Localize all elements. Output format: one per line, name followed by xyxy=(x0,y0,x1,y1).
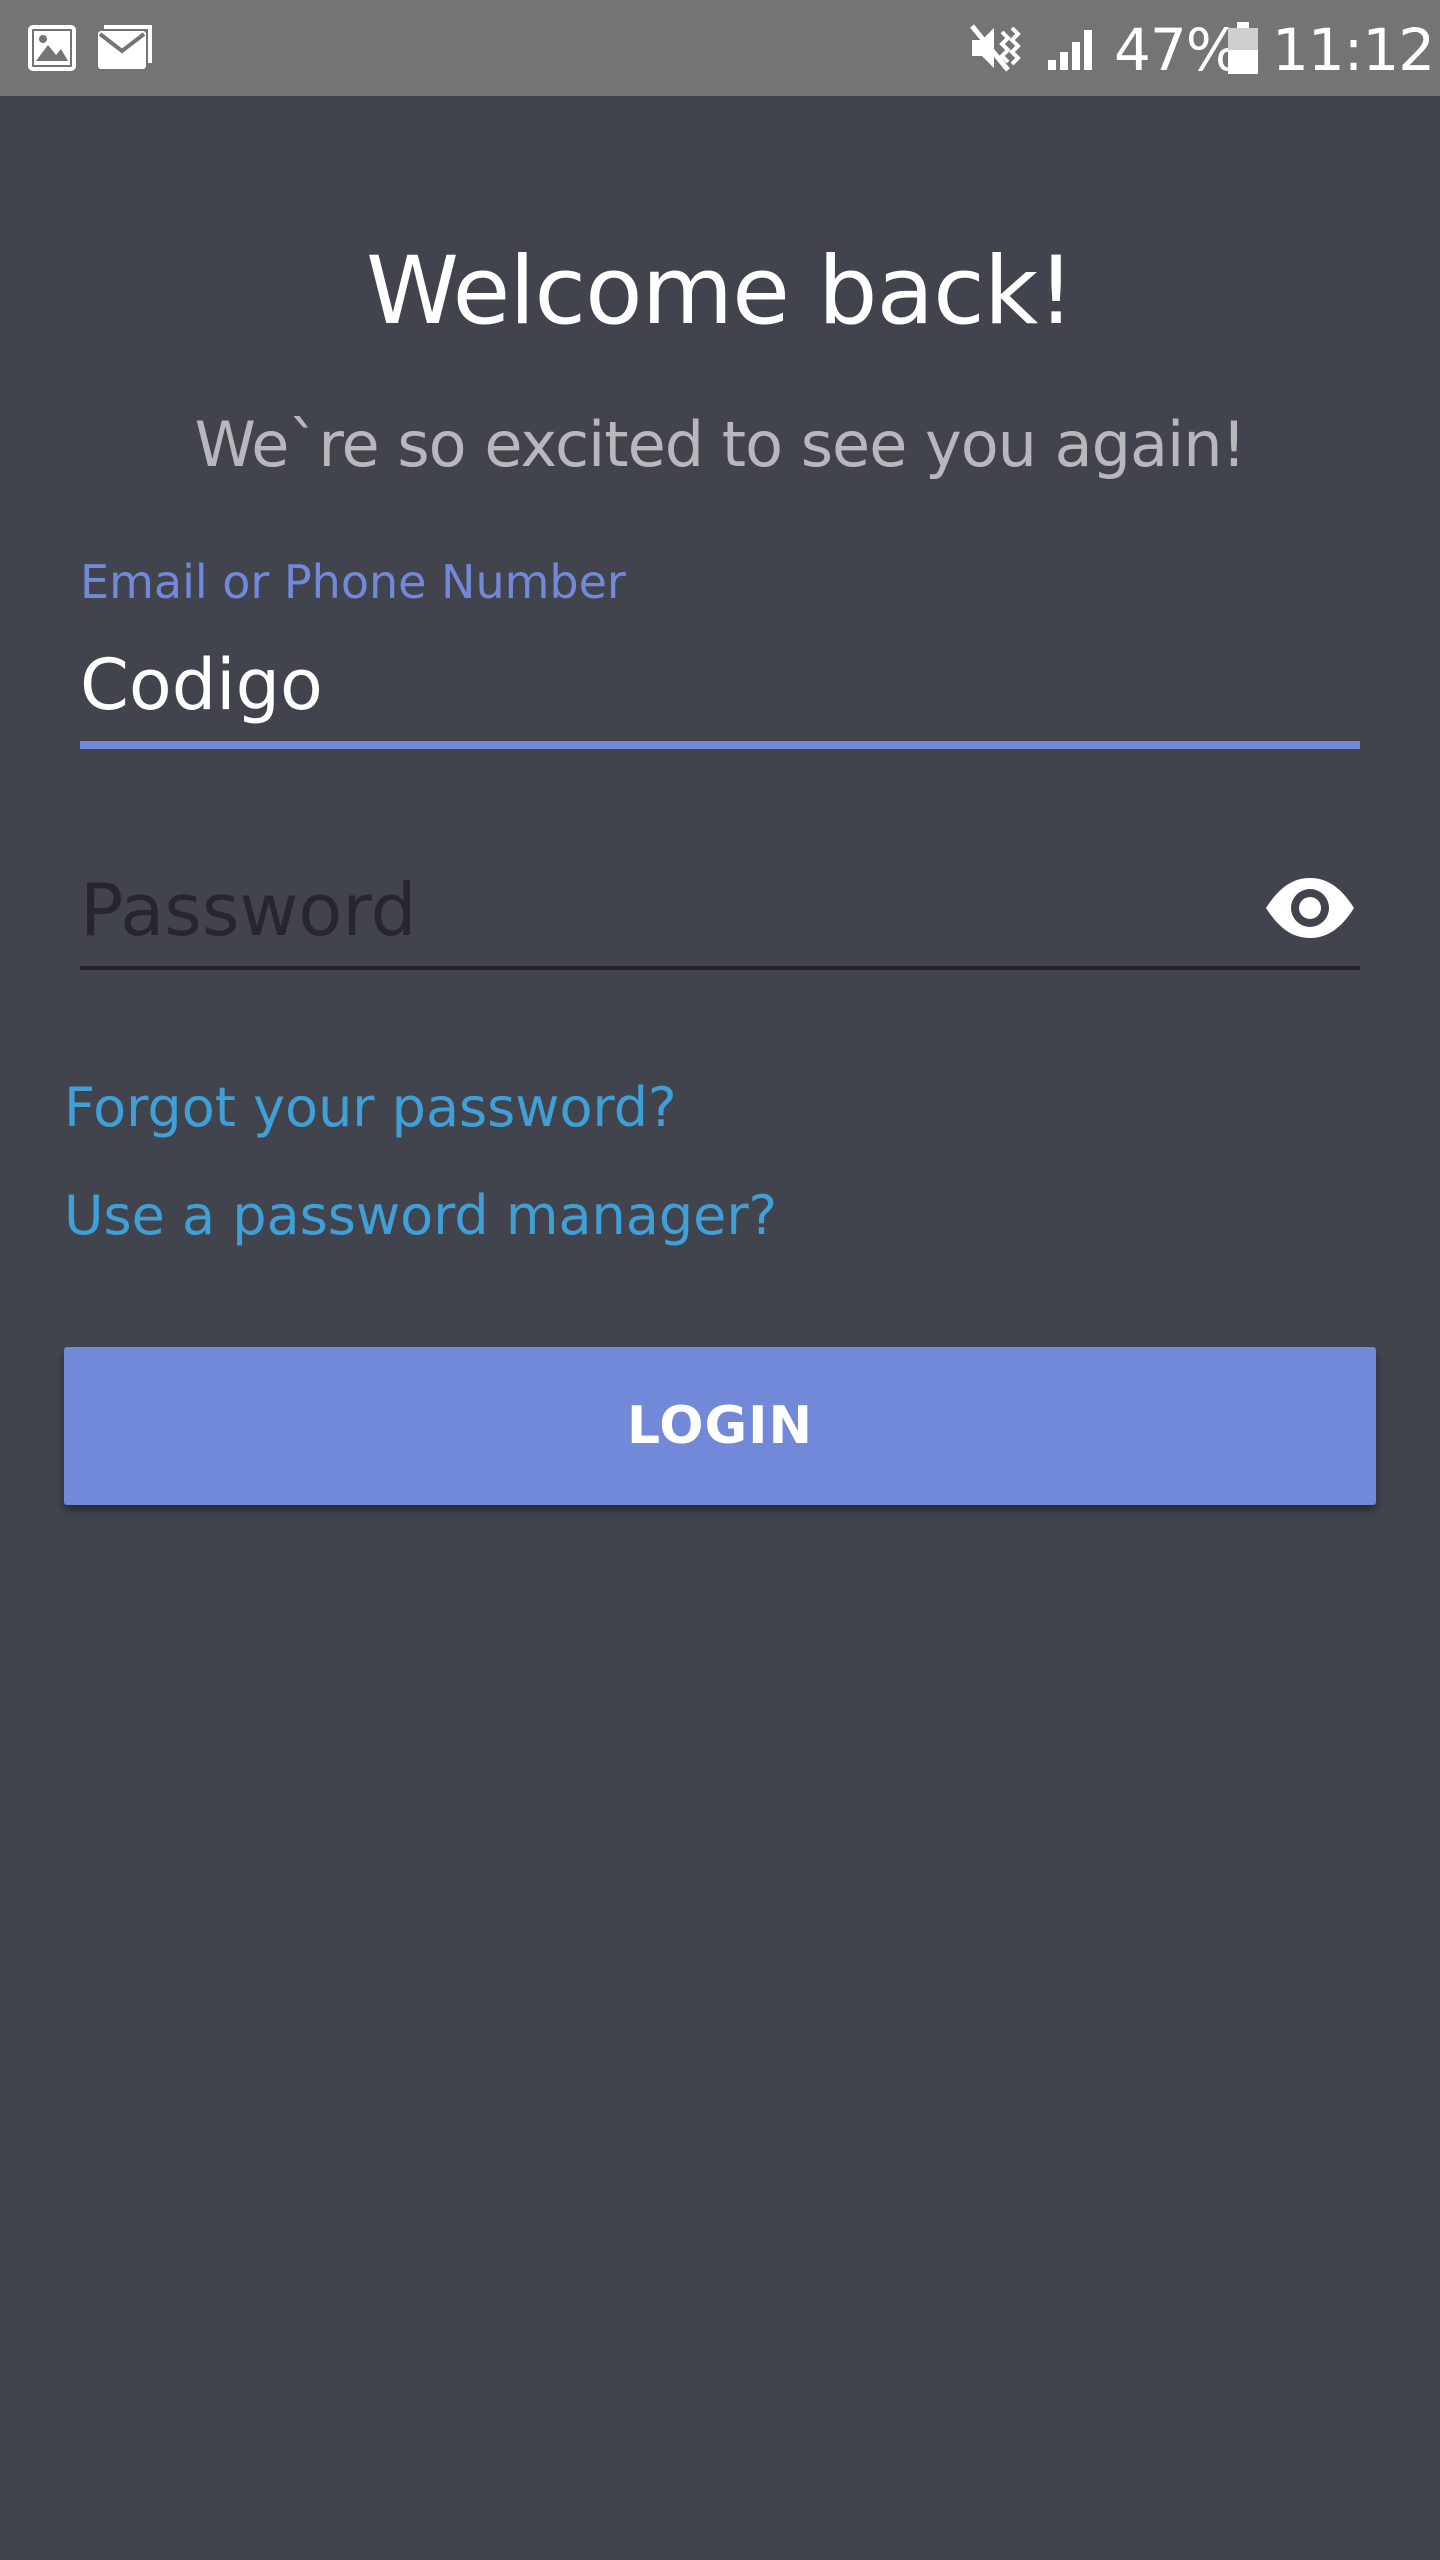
eye-icon xyxy=(1264,876,1356,945)
battery-icon xyxy=(1226,0,1260,96)
page-subtitle: We`re so excited to see you again! xyxy=(194,408,1247,481)
email-field-label: Email or Phone Number xyxy=(80,555,626,609)
show-password-button[interactable] xyxy=(1262,868,1358,952)
login-button[interactable]: LOGIN xyxy=(64,1347,1376,1505)
email-field[interactable]: Codigo xyxy=(80,640,1360,730)
password-field-underline xyxy=(80,966,1360,970)
password-field[interactable]: Password xyxy=(80,865,1180,955)
page-title: Welcome back! xyxy=(366,237,1075,346)
email-icon xyxy=(96,0,152,96)
image-icon xyxy=(28,0,76,96)
signal-icon xyxy=(1046,0,1098,96)
vibrate-mute-icon xyxy=(968,0,1024,96)
battery-percent: 47% xyxy=(1114,16,1241,84)
password-manager-link[interactable]: Use a password manager? xyxy=(64,1180,777,1252)
status-bar: 47% 11:12 xyxy=(0,0,1440,96)
forgot-password-link[interactable]: Forgot your password? xyxy=(64,1072,677,1144)
email-field-underline xyxy=(80,741,1360,749)
clock: 11:12 xyxy=(1272,16,1435,84)
